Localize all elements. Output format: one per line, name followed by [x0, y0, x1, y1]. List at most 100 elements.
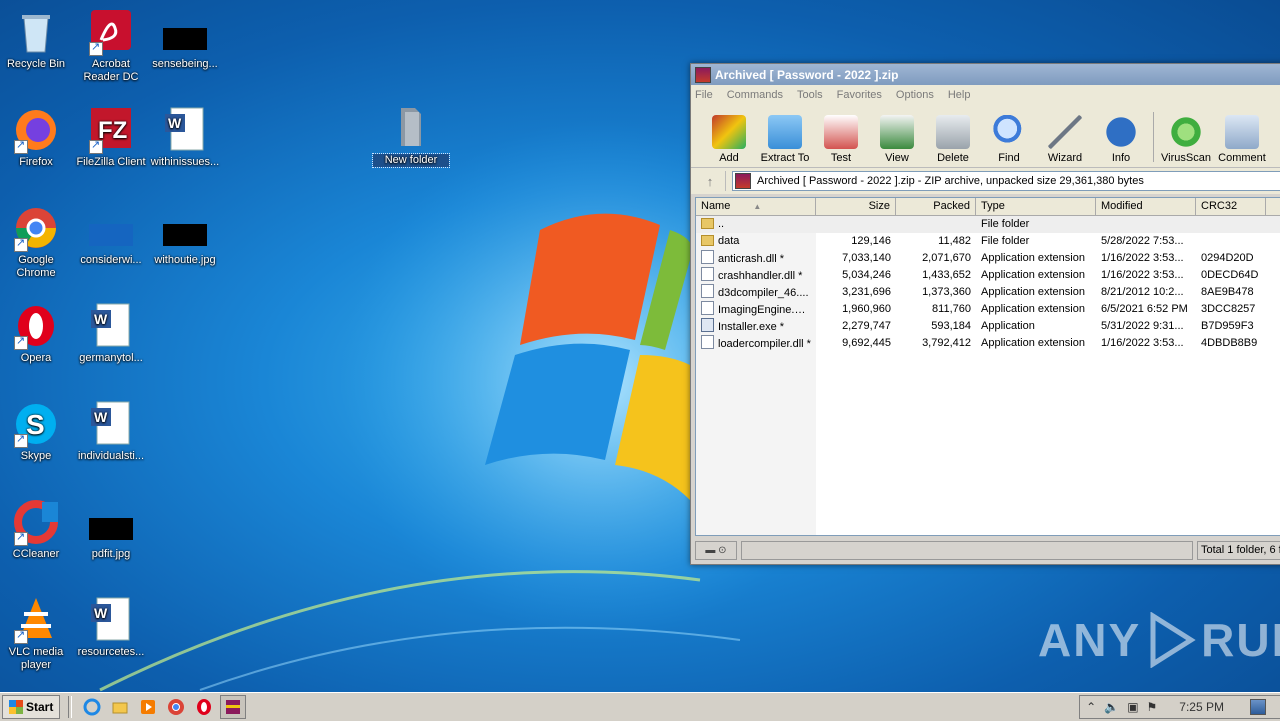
menu-commands[interactable]: Commands [727, 89, 783, 101]
winrar-icon[interactable] [220, 695, 247, 719]
desktop-icon-opera[interactable]: Opera [0, 302, 74, 365]
toolbar: Add Extract To Test View Delete Find Wiz… [691, 105, 1280, 168]
table-row[interactable]: ImagingEngine.dll * 1,960,960 811,760 Ap… [696, 301, 1280, 318]
taskbar: Start ⌃ 🔈 ▣ ⚑ 7:25 PM [0, 692, 1280, 721]
image-file-icon [87, 498, 135, 546]
svg-text:W: W [94, 311, 108, 327]
menu-bar: File Commands Tools Favorites Options He… [691, 85, 1280, 105]
table-row[interactable]: crashhandler.dll * 5,034,246 1,433,652 A… [696, 267, 1280, 284]
explorer-icon[interactable] [108, 696, 132, 718]
view-book-icon [880, 115, 914, 149]
desktop-icon-chrome[interactable]: Google Chrome [0, 204, 74, 280]
delete-button[interactable]: Delete [925, 115, 981, 167]
menu-file[interactable]: File [695, 89, 713, 101]
table-row[interactable]: .. File folder [696, 216, 1280, 233]
wizard-button[interactable]: Wizard [1037, 115, 1093, 167]
column-size[interactable]: Size [816, 198, 896, 215]
system-tray: ⌃ 🔈 ▣ ⚑ 7:25 PM [1079, 695, 1280, 719]
window-title: Archived [ Password - 2022 ].zip [715, 67, 899, 82]
start-button[interactable]: Start [2, 695, 61, 719]
table-row[interactable]: Installer.exe * 2,279,747 593,184 Applic… [696, 318, 1280, 335]
extract-folder-icon [768, 115, 802, 149]
info-button[interactable]: Info [1093, 115, 1149, 167]
winrar-window[interactable]: Archived [ Password - 2022 ].zip File Co… [690, 63, 1280, 565]
clock[interactable]: 7:25 PM [1179, 700, 1224, 714]
acrobat-icon [87, 8, 135, 56]
exe-file-icon [701, 318, 714, 332]
virusscan-button[interactable]: VirusScan [1158, 115, 1214, 167]
menu-help[interactable]: Help [948, 89, 971, 101]
firefox-icon [12, 106, 60, 154]
table-row[interactable]: data 129,146 11,482 File folder 5/28/202… [696, 233, 1280, 250]
show-desktop-icon[interactable] [1250, 699, 1266, 715]
desktop-icon-considerwi[interactable]: considerwi... [73, 204, 149, 267]
view-button[interactable]: View [869, 115, 925, 167]
ie-icon[interactable] [80, 696, 104, 718]
column-type[interactable]: Type [976, 198, 1096, 215]
virus-icon [1169, 115, 1203, 149]
column-packed[interactable]: Packed [896, 198, 976, 215]
menu-favorites[interactable]: Favorites [837, 89, 882, 101]
action-center-flag-icon[interactable]: ⚑ [1147, 700, 1158, 714]
desktop-icon-individualsti[interactable]: W individualsti... [73, 400, 149, 463]
opera-icon[interactable] [192, 696, 216, 718]
column-crc32[interactable]: CRC32 [1196, 198, 1266, 215]
window-titlebar[interactable]: Archived [ Password - 2022 ].zip [691, 64, 1280, 85]
desktop-icon-sensebeing[interactable]: sensebeing... [147, 8, 223, 71]
menu-tools[interactable]: Tools [797, 89, 823, 101]
chrome-icon[interactable] [164, 696, 188, 718]
table-row[interactable]: anticrash.dll * 7,033,140 2,071,670 Appl… [696, 250, 1280, 267]
up-arrow-icon[interactable]: ↑ [695, 171, 726, 191]
archive-path-field[interactable]: Archived [ Password - 2022 ].zip - ZIP a… [732, 171, 1280, 191]
extract-to-button[interactable]: Extract To [757, 115, 813, 167]
desktop-icon-acrobat[interactable]: Acrobat Reader DC [73, 8, 149, 84]
desktop-icon-skype[interactable]: S Skype [0, 400, 74, 463]
chevron-up-icon[interactable]: ⌃ [1086, 700, 1096, 714]
test-button[interactable]: Test [813, 115, 869, 167]
info-icon [1104, 115, 1138, 149]
shortcut-arrow-icon [14, 629, 28, 644]
menu-options[interactable]: Options [896, 89, 934, 101]
wand-icon [1048, 115, 1082, 149]
desktop-icon-firefox[interactable]: Firefox [0, 106, 74, 169]
shortcut-arrow-icon [14, 335, 28, 350]
shortcut-arrow-icon [89, 41, 103, 56]
desktop-icon-filezilla[interactable]: FZ FileZilla Client [73, 106, 149, 169]
status-panel [741, 541, 1193, 560]
windows-flag-icon [9, 700, 23, 714]
desktop-icon-withinissues[interactable]: W withinissues... [147, 106, 223, 169]
word-doc-icon: W [87, 596, 135, 644]
file-list[interactable]: Name ▲ Size Packed Type Modified CRC32 .… [695, 197, 1280, 536]
trash-icon [936, 115, 970, 149]
vlc-icon [12, 596, 60, 644]
comment-button[interactable]: Comment [1214, 115, 1270, 167]
recycle-bin-icon [12, 8, 60, 56]
drive-key-icon[interactable]: ▬ ⊙ [695, 541, 737, 560]
media-player-icon[interactable] [136, 696, 160, 718]
svg-text:S: S [26, 409, 45, 440]
desktop-icon-resourcetes[interactable]: W resourcetes... [73, 596, 149, 659]
table-row[interactable]: loadercompiler.dll * 9,692,445 3,792,412… [696, 335, 1280, 352]
desktop-icon-withoutie[interactable]: withoutie.jpg [147, 204, 223, 267]
desktop-icon-germanytol[interactable]: W germanytol... [73, 302, 149, 365]
volume-icon[interactable]: 🔈 [1104, 700, 1119, 714]
column-modified[interactable]: Modified [1096, 198, 1196, 215]
word-doc-icon: W [87, 302, 135, 350]
desktop-icon-new-folder[interactable]: New folder [372, 104, 450, 168]
desktop-icon-vlc[interactable]: VLC media player [0, 596, 74, 672]
desktop-icon-recycle-bin[interactable]: Recycle Bin [0, 8, 74, 71]
shortcut-arrow-icon [14, 237, 28, 252]
shortcut-arrow-icon [14, 531, 28, 546]
table-row[interactable]: d3dcompiler_46.... 3,231,696 1,373,360 A… [696, 284, 1280, 301]
filezilla-icon: FZ [87, 106, 135, 154]
column-name[interactable]: Name ▲ [696, 198, 816, 215]
add-button[interactable]: Add [701, 115, 757, 167]
folder-icon [701, 218, 714, 229]
network-icon[interactable]: ▣ [1127, 700, 1138, 714]
desktop-icon-ccleaner[interactable]: CCleaner [0, 498, 74, 561]
desktop-icon-pdfit[interactable]: pdfit.jpg [73, 498, 149, 561]
find-button[interactable]: Find [981, 115, 1037, 167]
winrar-icon [695, 66, 711, 83]
word-doc-icon: W [87, 400, 135, 448]
test-clipboard-icon [824, 115, 858, 149]
